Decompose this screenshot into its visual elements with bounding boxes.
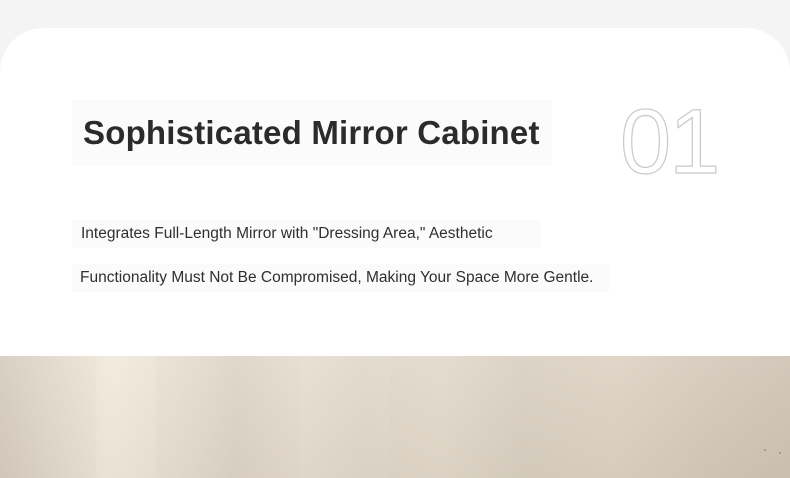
product-feature-page: Sophisticated Mirror Cabinet 01 Integrat… bbox=[0, 0, 790, 478]
description-line-1: Integrates Full-Length Mirror with "Dres… bbox=[72, 220, 541, 248]
feature-title: Sophisticated Mirror Cabinet bbox=[83, 114, 540, 151]
photo-speck bbox=[764, 449, 766, 451]
feature-card: Sophisticated Mirror Cabinet 01 Integrat… bbox=[0, 28, 790, 356]
description-line-2: Functionality Must Not Be Compromised, M… bbox=[72, 264, 610, 292]
feature-number: 01 bbox=[619, 91, 721, 193]
photo-speck bbox=[779, 452, 781, 454]
photo-shade bbox=[0, 356, 790, 478]
title-box: Sophisticated Mirror Cabinet bbox=[72, 100, 552, 166]
product-photo bbox=[0, 356, 790, 478]
